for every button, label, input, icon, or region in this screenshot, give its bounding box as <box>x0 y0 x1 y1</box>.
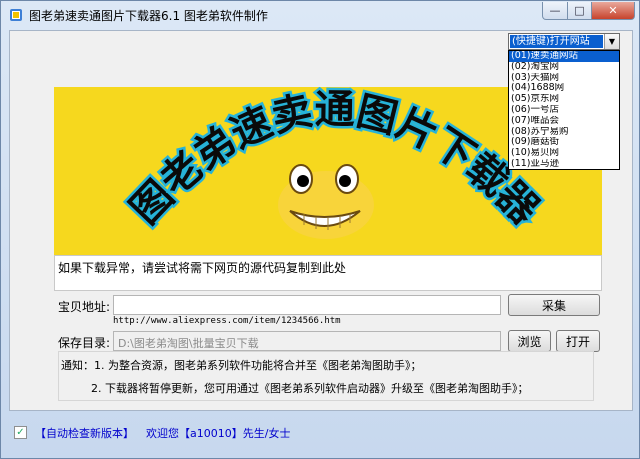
site-select-dropdown: (01)速卖通网站 (02)淘宝网 (03)天猫网 (04)1688网 (05)京东网(… <box>508 50 620 170</box>
site-option[interactable]: (01)速卖通网站 <box>509 51 619 62</box>
site-option[interactable]: (11)亚马逊 <box>509 159 619 169</box>
site-option[interactable]: (10)易贝网 <box>509 148 619 159</box>
open-button-label: 打开 <box>565 334 590 349</box>
open-button[interactable]: 打开 <box>556 330 600 352</box>
source-code-textarea[interactable]: 如果下载异常，请尝试将需下网页的源代码复制到此处 <box>54 255 602 291</box>
url-input[interactable] <box>113 295 501 315</box>
site-select[interactable]: (快捷键)打开网站 ▼ <box>508 33 620 50</box>
browse-button-label: 浏览 <box>517 334 542 349</box>
url-example-hint: http://www.aliexpress.com/item/1234566.h… <box>113 316 341 326</box>
maximize-button[interactable]: □ <box>567 2 592 20</box>
browse-button[interactable]: 浏览 <box>508 330 551 352</box>
save-dir-input[interactable]: D:\图老弟淘图\批量宝贝下载 <box>113 331 501 351</box>
checkmark-icon: ✓ <box>16 427 25 438</box>
app-icon <box>10 9 22 21</box>
notice-line-2: 2. 下载器将暂停更新，您可用通过《图老弟系列软件启动器》升级至《图老弟淘图助手… <box>91 382 529 395</box>
collect-button[interactable]: 采集 <box>508 294 600 316</box>
minimize-button[interactable]: — <box>542 2 568 20</box>
site-option[interactable]: (08)苏宁易购 <box>509 127 619 138</box>
site-option[interactable]: (04)1688网 <box>509 83 619 94</box>
window-title: 图老弟速卖通图片下载器6.1 图老弟软件制作 <box>29 9 268 23</box>
site-option[interactable]: (06)一号店 <box>509 105 619 116</box>
close-icon: ✕ <box>608 4 618 17</box>
maximize-icon: □ <box>574 4 585 17</box>
chevron-down-icon[interactable]: ▼ <box>604 34 619 49</box>
site-option[interactable]: (09)蘑菇街 <box>509 137 619 148</box>
title-bar[interactable]: 图老弟速卖通图片下载器6.1 图老弟软件制作 — □ ✕ <box>1 1 639 28</box>
minimize-icon: — <box>549 4 561 17</box>
collect-button-label: 采集 <box>541 298 566 313</box>
site-select-value: (快捷键)打开网站 <box>510 35 603 48</box>
source-code-hint: 如果下载异常，请尝试将需下网页的源代码复制到此处 <box>58 261 347 275</box>
auto-check-link[interactable]: 【自动检查新版本】 <box>35 425 134 441</box>
smiley-face-icon <box>278 164 374 239</box>
site-option[interactable]: (03)天猫网 <box>509 73 619 84</box>
site-option[interactable]: (05)京东网 <box>509 94 619 105</box>
auto-check-checkbox[interactable]: ✓ <box>14 426 27 439</box>
save-dir-label: 保存目录: <box>58 336 111 350</box>
notice-line-1: 通知：1. 为整合资源，图老弟系列软件功能将合并至《图老弟淘图助手》； <box>61 359 422 372</box>
close-button[interactable]: ✕ <box>591 2 635 20</box>
welcome-text: 欢迎您【a10010】先生/女士 <box>146 427 291 440</box>
url-label: 宝贝地址: <box>58 300 111 314</box>
site-option[interactable]: (07)唯品会 <box>509 116 619 127</box>
site-option[interactable]: (02)淘宝网 <box>509 62 619 73</box>
main-window: 图老弟速卖通图片下载器6.1 图老弟软件制作 — □ ✕ 图老弟速卖通图片下载器 <box>0 0 640 459</box>
